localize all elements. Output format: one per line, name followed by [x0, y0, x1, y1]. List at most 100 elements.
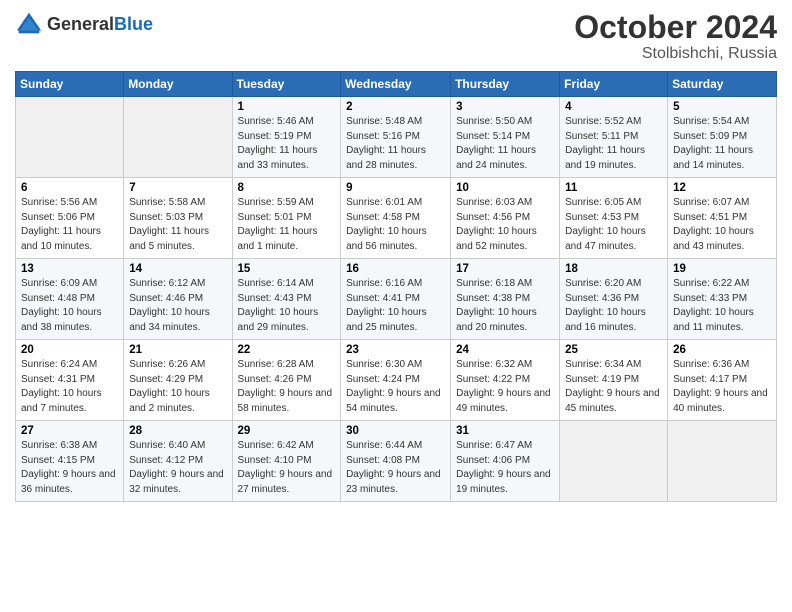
- calendar-table: SundayMondayTuesdayWednesdayThursdayFrid…: [15, 71, 777, 502]
- day-info: Sunrise: 6:09 AM Sunset: 4:48 PM Dayligh…: [21, 277, 118, 335]
- table-row: 2Sunrise: 5:48 AM Sunset: 5:16 PM Daylig…: [341, 97, 451, 178]
- location: Stolbishchi, Russia: [574, 45, 777, 63]
- table-row: 31 Sunrise: 6:47 AM Sunset: 4:06 PM Dayli…: [451, 421, 560, 502]
- day-info: Sunrise: 6:18 AM Sunset: 4:38 PM Dayligh…: [456, 277, 554, 335]
- table-row: 1 Sunrise: 5:46 AM Sunset: 5:19 PM Daylig…: [232, 97, 341, 178]
- calendar-day-header: Monday: [124, 72, 232, 97]
- calendar-day-header: Sunday: [16, 72, 124, 97]
- day-number: 19: [673, 263, 771, 275]
- day-info: Sunrise: 6:26 AM Sunset: 4:29 PM Dayligh…: [129, 358, 226, 416]
- day-number: 20: [21, 344, 118, 356]
- calendar-week-row: 13 Sunrise: 6:09 AM Sunset: 4:48 PM Dayli…: [16, 259, 777, 340]
- day-number: 17: [456, 263, 554, 275]
- day-info: Sunrise: 6:36 AM Sunset: 4:17 PM Dayligh…: [673, 358, 771, 416]
- table-row: 19 Sunrise: 6:22 AM Sunset: 4:33 PM Dayli…: [668, 259, 777, 340]
- calendar-week-row: 1 Sunrise: 5:46 AM Sunset: 5:19 PM Daylig…: [16, 97, 777, 178]
- table-row: 5Sunrise: 5:54 AM Sunset: 5:09 PM Daylig…: [668, 97, 777, 178]
- table-row: 21Sunrise: 6:26 AM Sunset: 4:29 PM Dayli…: [124, 340, 232, 421]
- day-info: Sunrise: 6:16 AM Sunset: 4:41 PM Dayligh…: [346, 277, 445, 335]
- day-number: 10: [456, 182, 554, 194]
- table-row: [124, 97, 232, 178]
- day-number: 31: [456, 425, 554, 437]
- day-number: 25: [565, 344, 662, 356]
- day-number: 9: [346, 182, 445, 194]
- table-row: 15Sunrise: 6:14 AM Sunset: 4:43 PM Dayli…: [232, 259, 341, 340]
- day-info: Sunrise: 6:32 AM Sunset: 4:22 PM Dayligh…: [456, 358, 554, 416]
- day-info: Sunrise: 5:54 AM Sunset: 5:09 PM Dayligh…: [673, 115, 771, 173]
- table-row: 30Sunrise: 6:44 AM Sunset: 4:08 PM Dayli…: [341, 421, 451, 502]
- day-number: 4: [565, 101, 662, 113]
- day-info: Sunrise: 6:40 AM Sunset: 4:12 PM Dayligh…: [129, 439, 226, 497]
- table-row: 3Sunrise: 5:50 AM Sunset: 5:14 PM Daylig…: [451, 97, 560, 178]
- day-number: 29: [238, 425, 336, 437]
- day-info: Sunrise: 6:05 AM Sunset: 4:53 PM Dayligh…: [565, 196, 662, 254]
- calendar-day-header: Saturday: [668, 72, 777, 97]
- page: GeneralBlue October 2024 Stolbishchi, Ru…: [0, 0, 792, 612]
- table-row: 26 Sunrise: 6:36 AM Sunset: 4:17 PM Dayli…: [668, 340, 777, 421]
- calendar-week-row: 27Sunrise: 6:38 AM Sunset: 4:15 PM Dayli…: [16, 421, 777, 502]
- day-info: Sunrise: 5:48 AM Sunset: 5:16 PM Dayligh…: [346, 115, 445, 173]
- day-number: 26: [673, 344, 771, 356]
- day-number: 3: [456, 101, 554, 113]
- table-row: 24 Sunrise: 6:32 AM Sunset: 4:22 PM Dayli…: [451, 340, 560, 421]
- day-number: 23: [346, 344, 445, 356]
- day-info: Sunrise: 6:47 AM Sunset: 4:06 PM Dayligh…: [456, 439, 554, 497]
- month-title: October 2024: [574, 10, 777, 45]
- day-info: Sunrise: 5:46 AM Sunset: 5:19 PM Dayligh…: [238, 115, 336, 173]
- table-row: 28Sunrise: 6:40 AM Sunset: 4:12 PM Dayli…: [124, 421, 232, 502]
- calendar-week-row: 20 Sunrise: 6:24 AM Sunset: 4:31 PM Dayli…: [16, 340, 777, 421]
- table-row: 16Sunrise: 6:16 AM Sunset: 4:41 PM Dayli…: [341, 259, 451, 340]
- day-info: Sunrise: 6:03 AM Sunset: 4:56 PM Dayligh…: [456, 196, 554, 254]
- day-number: 18: [565, 263, 662, 275]
- day-info: Sunrise: 6:30 AM Sunset: 4:24 PM Dayligh…: [346, 358, 445, 416]
- day-info: Sunrise: 6:07 AM Sunset: 4:51 PM Dayligh…: [673, 196, 771, 254]
- table-row: 20 Sunrise: 6:24 AM Sunset: 4:31 PM Dayli…: [16, 340, 124, 421]
- table-row: 8 Sunrise: 5:59 AM Sunset: 5:01 PM Daylig…: [232, 178, 341, 259]
- day-info: Sunrise: 6:28 AM Sunset: 4:26 PM Dayligh…: [238, 358, 336, 416]
- day-info: Sunrise: 6:12 AM Sunset: 4:46 PM Dayligh…: [129, 277, 226, 335]
- day-info: Sunrise: 5:59 AM Sunset: 5:01 PM Dayligh…: [238, 196, 336, 254]
- calendar-day-header: Tuesday: [232, 72, 341, 97]
- logo: GeneralBlue: [15, 10, 153, 38]
- day-info: Sunrise: 5:56 AM Sunset: 5:06 PM Dayligh…: [21, 196, 118, 254]
- day-number: 11: [565, 182, 662, 194]
- table-row: 9 Sunrise: 6:01 AM Sunset: 4:58 PM Daylig…: [341, 178, 451, 259]
- table-row: 25 Sunrise: 6:34 AM Sunset: 4:19 PM Dayli…: [560, 340, 668, 421]
- table-row: 11 Sunrise: 6:05 AM Sunset: 4:53 PM Dayli…: [560, 178, 668, 259]
- table-row: 13 Sunrise: 6:09 AM Sunset: 4:48 PM Dayli…: [16, 259, 124, 340]
- day-number: 8: [238, 182, 336, 194]
- day-number: 13: [21, 263, 118, 275]
- day-number: 24: [456, 344, 554, 356]
- table-row: 17 Sunrise: 6:18 AM Sunset: 4:38 PM Dayli…: [451, 259, 560, 340]
- day-number: 14: [129, 263, 226, 275]
- calendar-header-row: SundayMondayTuesdayWednesdayThursdayFrid…: [16, 72, 777, 97]
- table-row: 10 Sunrise: 6:03 AM Sunset: 4:56 PM Dayli…: [451, 178, 560, 259]
- table-row: 6 Sunrise: 5:56 AM Sunset: 5:06 PM Daylig…: [16, 178, 124, 259]
- day-number: 1: [238, 101, 336, 113]
- table-row: [560, 421, 668, 502]
- day-number: 7: [129, 182, 226, 194]
- day-info: Sunrise: 6:01 AM Sunset: 4:58 PM Dayligh…: [346, 196, 445, 254]
- calendar-week-row: 6 Sunrise: 5:56 AM Sunset: 5:06 PM Daylig…: [16, 178, 777, 259]
- day-number: 30: [346, 425, 445, 437]
- day-info: Sunrise: 6:24 AM Sunset: 4:31 PM Dayligh…: [21, 358, 118, 416]
- table-row: 27Sunrise: 6:38 AM Sunset: 4:15 PM Dayli…: [16, 421, 124, 502]
- day-info: Sunrise: 6:20 AM Sunset: 4:36 PM Dayligh…: [565, 277, 662, 335]
- header: GeneralBlue October 2024 Stolbishchi, Ru…: [15, 10, 777, 63]
- table-row: [668, 421, 777, 502]
- logo-icon: [15, 10, 43, 38]
- table-row: 18 Sunrise: 6:20 AM Sunset: 4:36 PM Dayli…: [560, 259, 668, 340]
- table-row: 7Sunrise: 5:58 AM Sunset: 5:03 PM Daylig…: [124, 178, 232, 259]
- calendar-day-header: Thursday: [451, 72, 560, 97]
- day-number: 27: [21, 425, 118, 437]
- title-block: October 2024 Stolbishchi, Russia: [574, 10, 777, 63]
- day-info: Sunrise: 6:34 AM Sunset: 4:19 PM Dayligh…: [565, 358, 662, 416]
- day-number: 6: [21, 182, 118, 194]
- day-info: Sunrise: 6:22 AM Sunset: 4:33 PM Dayligh…: [673, 277, 771, 335]
- table-row: 4Sunrise: 5:52 AM Sunset: 5:11 PM Daylig…: [560, 97, 668, 178]
- calendar-day-header: Wednesday: [341, 72, 451, 97]
- table-row: 29 Sunrise: 6:42 AM Sunset: 4:10 PM Dayli…: [232, 421, 341, 502]
- day-info: Sunrise: 6:14 AM Sunset: 4:43 PM Dayligh…: [238, 277, 336, 335]
- day-info: Sunrise: 6:42 AM Sunset: 4:10 PM Dayligh…: [238, 439, 336, 497]
- logo-text: GeneralBlue: [47, 15, 153, 33]
